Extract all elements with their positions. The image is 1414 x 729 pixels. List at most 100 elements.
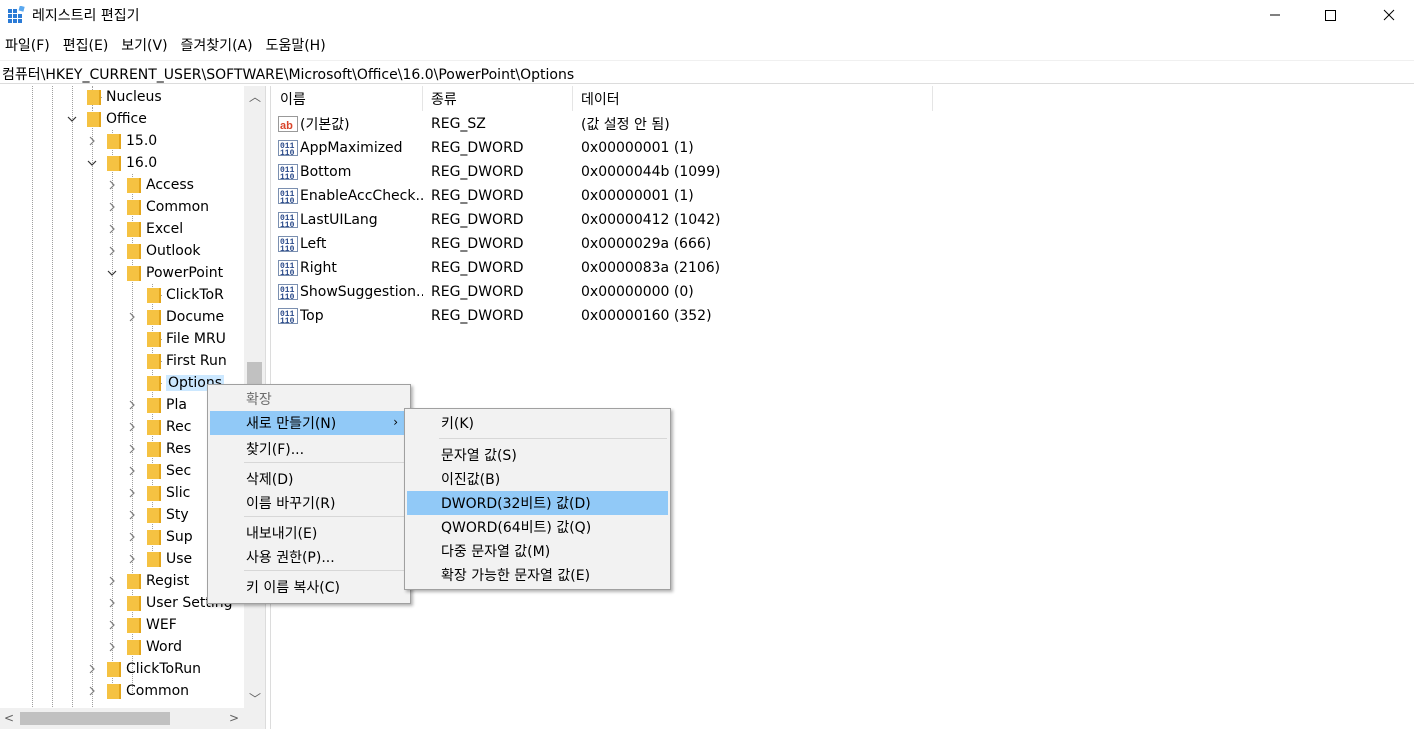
tree-item[interactable]: First Run — [126, 350, 227, 372]
chevron-right-icon[interactable] — [126, 443, 138, 455]
value-row[interactable]: 011 110 Top REG_DWORD 0x00000160 (352) — [272, 304, 933, 328]
tree-item[interactable]: Sup — [126, 526, 193, 548]
address-path[interactable]: 컴퓨터\HKEY_CURRENT_USER\SOFTWARE\Microsoft… — [2, 64, 574, 84]
maximize-button[interactable] — [1307, 0, 1353, 30]
menu-edit[interactable]: 편집(E) — [58, 34, 117, 56]
column-header-type[interactable]: 종류 — [423, 86, 573, 111]
folder-icon — [106, 683, 121, 699]
scroll-down-icon[interactable]: ﹀ — [249, 690, 261, 707]
menu-item-find[interactable]: 찾기(F)... — [210, 437, 408, 461]
chevron-right-icon[interactable] — [86, 685, 98, 697]
menu-file[interactable]: 파일(F) — [0, 34, 58, 56]
value-row[interactable]: 011 110 ShowSuggestion... REG_DWORD 0x000000… — [272, 280, 933, 304]
tree-item[interactable]: Res — [126, 438, 191, 460]
tree-item[interactable]: Word — [106, 636, 182, 658]
menu-item-permissions[interactable]: 사용 권한(P)... — [210, 545, 408, 569]
chevron-right-icon[interactable] — [106, 619, 118, 631]
menu-item-delete[interactable]: 삭제(D) — [210, 467, 408, 491]
chevron-right-icon[interactable] — [126, 531, 138, 543]
value-row[interactable]: ab (기본값) REG_SZ (값 설정 안 됨) — [272, 112, 933, 136]
chevron-right-icon[interactable] — [106, 575, 118, 587]
tree-item[interactable]: ClickToRun — [86, 658, 201, 680]
tree-item[interactable]: Slic — [126, 482, 190, 504]
column-header-data[interactable]: 데이터 — [573, 86, 933, 111]
chevron-right-icon[interactable] — [106, 201, 118, 213]
value-row[interactable]: 011 110 Left REG_DWORD 0x0000029a (666) — [272, 232, 933, 256]
tree-item[interactable]: 16.0 — [86, 152, 157, 174]
chevron-right-icon[interactable] — [106, 223, 118, 235]
tree-item[interactable]: Access — [106, 174, 194, 196]
chevron-right-icon[interactable] — [126, 399, 138, 411]
chevron-down-icon[interactable] — [106, 267, 118, 279]
tree-item[interactable]: ClickToR — [126, 284, 224, 306]
value-row[interactable]: 011 110 EnableAccCheck... REG_DWORD 0x000000… — [272, 184, 933, 208]
submenu-item-binary[interactable]: 이진값(B) — [407, 467, 668, 491]
chevron-down-icon[interactable] — [66, 113, 78, 125]
tree-horizontal-scrollbar[interactable]: < > — [0, 708, 265, 729]
address-bar[interactable]: 컴퓨터\HKEY_CURRENT_USER\SOFTWARE\Microsoft… — [0, 60, 1414, 84]
tree-item[interactable]: 15.0 — [86, 130, 157, 152]
chevron-right-icon[interactable] — [106, 179, 118, 191]
value-type: REG_DWORD — [431, 212, 524, 228]
tree-item-label: PowerPoint — [146, 265, 224, 281]
folder-icon — [126, 639, 141, 655]
submenu-item-qword[interactable]: QWORD(64비트) 값(Q) — [407, 515, 668, 539]
chevron-right-icon[interactable] — [126, 553, 138, 565]
minimize-button[interactable] — [1252, 0, 1298, 30]
tree-item[interactable]: Pla — [126, 394, 187, 416]
tree-item[interactable]: Common — [86, 680, 189, 702]
menu-help[interactable]: 도움말(H) — [261, 34, 334, 56]
tree-item[interactable]: Docume — [126, 306, 224, 328]
menu-view[interactable]: 보기(V) — [116, 34, 175, 56]
menu-favorites[interactable]: 즐겨찾기(A) — [176, 34, 261, 56]
chevron-right-icon[interactable] — [86, 663, 98, 675]
chevron-right-icon[interactable] — [86, 135, 98, 147]
chevron-right-icon[interactable] — [126, 487, 138, 499]
chevron-right-icon[interactable] — [126, 311, 138, 323]
submenu-item-string[interactable]: 문자열 값(S) — [407, 443, 668, 467]
chevron-right-icon[interactable] — [106, 245, 118, 257]
tree-item[interactable]: Rec — [126, 416, 191, 438]
column-header-name[interactable]: 이름 — [272, 86, 423, 111]
value-row[interactable]: 011 110 Bottom REG_DWORD 0x0000044b (1099) — [272, 160, 933, 184]
submenu-item-multi-string[interactable]: 다중 문자열 값(M) — [407, 539, 668, 563]
tree-item[interactable]: Excel — [106, 218, 183, 240]
chevron-right-icon[interactable] — [106, 597, 118, 609]
tree-item[interactable]: Office — [66, 108, 147, 130]
tree-item[interactable]: PowerPoint — [106, 262, 223, 284]
submenu-item-expandable-string[interactable]: 확장 가능한 문자열 값(E) — [407, 563, 668, 587]
chevron-right-icon[interactable] — [126, 465, 138, 477]
tree-item[interactable]: Nucleus — [66, 86, 162, 108]
scroll-up-icon[interactable]: ︿ — [249, 88, 261, 105]
menu-item-new[interactable]: 새로 만들기(N) › — [210, 411, 408, 435]
value-row[interactable]: 011 110 Right REG_DWORD 0x0000083a (2106) — [272, 256, 933, 280]
submenu-item-dword[interactable]: DWORD(32비트) 값(D) — [407, 491, 668, 515]
close-button[interactable] — [1366, 0, 1412, 30]
menu-item-copy-key-name[interactable]: 키 이름 복사(C) — [210, 575, 408, 599]
value-type: REG_DWORD — [431, 260, 524, 276]
value-row[interactable]: 011 110 AppMaximized REG_DWORD 0x00000001 (1… — [272, 136, 933, 160]
chevron-right-icon[interactable] — [126, 509, 138, 521]
chevron-right-icon[interactable] — [106, 641, 118, 653]
folder-icon — [106, 661, 121, 677]
value-row[interactable]: 011 110 LastUILang REG_DWORD 0x00000412 (104… — [272, 208, 933, 232]
tree-item[interactable]: Regist — [106, 570, 189, 592]
menu-item-export[interactable]: 내보내기(E) — [210, 521, 408, 545]
scroll-right-icon[interactable]: > — [229, 711, 239, 725]
tree-item[interactable]: Outlook — [106, 240, 201, 262]
value-data: 0x0000083a (2106) — [581, 260, 721, 276]
tree-item[interactable]: Sty — [126, 504, 189, 526]
tree-item[interactable]: WEF — [106, 614, 177, 636]
menu-item-rename[interactable]: 이름 바꾸기(R) — [210, 491, 408, 515]
scroll-left-icon[interactable]: < — [4, 711, 14, 725]
svg-text:110: 110 — [280, 221, 295, 229]
chevron-down-icon[interactable] — [86, 157, 98, 169]
tree-item[interactable]: File MRU — [126, 328, 226, 350]
tree-item[interactable]: Sec — [126, 460, 191, 482]
submenu-item-key[interactable]: 키(K) — [407, 411, 668, 435]
chevron-right-icon[interactable] — [126, 421, 138, 433]
tree-horizontal-scroll-thumb[interactable] — [20, 712, 170, 725]
tree-item[interactable]: Common — [106, 196, 209, 218]
tree-item[interactable]: Use — [126, 548, 192, 570]
